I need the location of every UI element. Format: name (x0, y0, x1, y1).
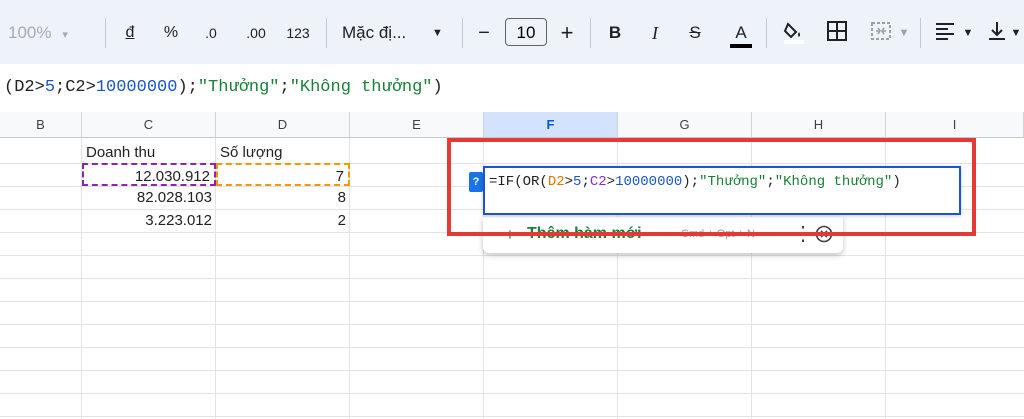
toolbar-divider (920, 18, 921, 48)
grid-line (0, 301, 1024, 302)
formula-token: "Thưởng" (197, 78, 280, 97)
zoom-value: 100% (8, 23, 52, 42)
toolbar-divider (105, 18, 106, 48)
chevron-down-icon: ▼ (432, 27, 443, 39)
formula-token: ; (279, 78, 290, 97)
zoom-select[interactable]: 100% ▾ (8, 20, 90, 46)
toolbar: 100% ▾ đ % .0 .00 123 Mặc đị... ▼ − 10 +… (0, 0, 1024, 64)
increase-decimal-label: .00 (246, 25, 266, 41)
formula-token: 5 (44, 78, 56, 97)
formula-bar-text[interactable]: (D2>5;C2>10000000);"Thưởng";"Không thưởn… (4, 78, 443, 97)
cell-c2[interactable]: 12.030.912 (82, 163, 216, 186)
text-color-letter: A (735, 23, 747, 42)
column-header-c[interactable]: C (82, 112, 216, 138)
align-left-icon[interactable] (934, 20, 956, 42)
decrease-font-size-button[interactable]: − (474, 20, 494, 46)
cell-d3[interactable]: 8 (216, 186, 350, 209)
column-header-i[interactable]: I (886, 112, 1024, 138)
highlight-frame (447, 138, 976, 236)
font-family-value: Mặc đị... (342, 23, 407, 42)
toolbar-divider (766, 18, 767, 48)
strikethrough-button[interactable]: S (684, 20, 706, 46)
formula-token: (D2> (4, 78, 45, 97)
formula-token: ) (432, 78, 443, 97)
merge-cells-icon[interactable] (870, 20, 892, 42)
grid-line (0, 416, 1024, 417)
cell-c1[interactable]: Doanh thu (82, 141, 216, 164)
toolbar-divider (462, 18, 463, 48)
cell-d2[interactable]: 7 (216, 163, 350, 186)
cell-d4[interactable]: 2 (216, 209, 350, 232)
number-format-button[interactable]: 123 (282, 20, 314, 46)
column-header-d[interactable]: D (216, 112, 350, 138)
cell-c4[interactable]: 3.223.012 (82, 209, 216, 232)
italic-button[interactable]: I (644, 20, 666, 46)
percent-button[interactable]: % (160, 20, 182, 46)
chevron-down-icon: ▼ (1010, 27, 1022, 39)
increase-font-size-button[interactable]: + (556, 20, 578, 46)
chevron-down-icon: ▼ (898, 27, 910, 39)
decrease-decimal-button[interactable]: .0 (198, 20, 224, 46)
increase-decimal-button[interactable]: .00 (240, 20, 272, 46)
formula-token: "Không thưởng" (289, 78, 433, 97)
bold-button[interactable]: B (604, 20, 626, 46)
column-header-e[interactable]: E (350, 112, 484, 138)
formula-token: ;C2> (55, 78, 96, 97)
grid-line (0, 347, 1024, 348)
fill-color-icon[interactable] (782, 20, 806, 44)
column-header-f[interactable]: F (484, 112, 618, 138)
grid-line (0, 255, 1024, 256)
font-family-select[interactable]: Mặc đị... ▼ (342, 20, 452, 46)
grid-line (0, 278, 1024, 279)
formula-bar[interactable]: (D2>5;C2>10000000);"Thưởng";"Không thưởn… (0, 64, 1024, 112)
grid-line (0, 393, 1024, 394)
chevron-down-icon: ▼ (962, 27, 974, 39)
column-header-b[interactable]: B (0, 112, 82, 138)
grid-line (0, 324, 1024, 325)
toolbar-divider (326, 18, 327, 48)
currency-button[interactable]: đ (120, 20, 140, 46)
text-color-bar (730, 44, 752, 48)
grid-line (0, 370, 1024, 371)
cell-c3[interactable]: 82.028.103 (82, 186, 216, 209)
formula-token: ); (177, 78, 198, 97)
borders-icon[interactable] (826, 20, 848, 42)
valign-bottom-icon[interactable] (986, 20, 1008, 42)
formula-token: 10000000 (95, 78, 178, 97)
text-color-button[interactable]: A (728, 20, 754, 48)
column-header-g[interactable]: G (618, 112, 752, 138)
font-size-input[interactable]: 10 (505, 18, 547, 46)
decrease-decimal-label: .0 (205, 25, 217, 41)
column-header-h[interactable]: H (752, 112, 886, 138)
chevron-down-icon: ▾ (56, 29, 68, 41)
cell-d1[interactable]: Số lượng (216, 141, 350, 164)
toolbar-divider (590, 18, 591, 48)
